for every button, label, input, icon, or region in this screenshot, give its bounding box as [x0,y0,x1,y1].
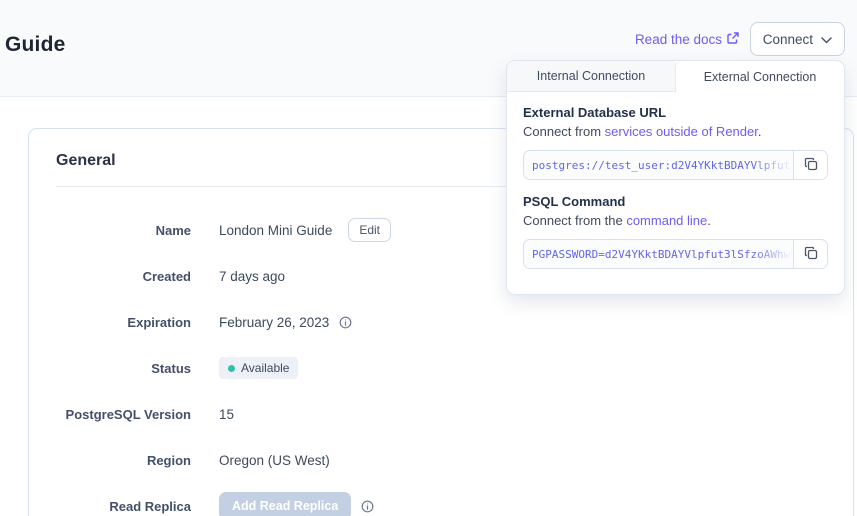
chevron-down-icon [821,32,832,47]
psql-command-heading: PSQL Command [523,194,828,209]
page-title: Guide [5,33,66,57]
row-name-value: London Mini Guide [219,223,332,238]
desc-suffix: . [707,213,711,228]
row-status-label: Status [56,361,191,376]
copy-icon [804,246,818,263]
desc-prefix: Connect from the [523,213,626,228]
connection-tabs: Internal Connection External Connection [507,61,844,92]
status-badge: Available [219,357,298,379]
psql-command-field-wrap [524,240,793,268]
row-version-label: PostgreSQL Version [56,407,191,422]
external-db-url-input[interactable] [524,151,793,179]
external-link-icon [727,32,739,47]
read-the-docs-label: Read the docs [635,32,722,47]
info-icon[interactable] [361,500,374,513]
copy-external-url-button[interactable] [793,151,827,179]
info-icon[interactable] [339,316,352,329]
copy-icon [804,157,818,174]
row-region: Region Oregon (US West) [56,437,826,483]
external-db-url-heading: External Database URL [523,105,828,120]
external-db-url-field-wrap [524,151,793,179]
command-line-link[interactable]: command line [626,213,707,228]
row-expiration-value: February 26, 2023 [219,315,329,330]
row-postgresql-version: PostgreSQL Version 15 [56,391,826,437]
row-region-value: Oregon (US West) [219,453,330,468]
psql-command-input[interactable] [524,240,793,268]
row-expiration-label: Expiration [56,315,191,330]
psql-command-desc: Connect from the command line. [523,213,828,228]
row-expiration: Expiration February 26, 2023 [56,299,826,345]
connect-button-label: Connect [763,32,813,47]
row-name-label: Name [56,223,191,238]
desc-prefix: Connect from [523,124,605,139]
desc-suffix: . [758,124,762,139]
status-dot [228,365,235,372]
tab-internal-connection[interactable]: Internal Connection [507,61,675,92]
connect-popover: Internal Connection External Connection … [506,60,845,295]
connect-button[interactable]: Connect [750,22,845,56]
row-created-label: Created [56,269,191,284]
external-db-url-desc: Connect from services outside of Render. [523,124,828,139]
row-region-label: Region [56,453,191,468]
row-status: Status Available [56,345,826,391]
add-read-replica-button[interactable]: Add Read Replica [219,492,351,516]
services-outside-render-link[interactable]: services outside of Render [605,124,758,139]
psql-command-field-group [523,239,828,269]
tab-external-connection[interactable]: External Connection [675,61,844,92]
external-db-url-field-group [523,150,828,180]
read-the-docs-link[interactable]: Read the docs [635,32,739,47]
row-read-replica: Read Replica Add Read Replica [56,483,826,516]
status-badge-label: Available [241,361,289,375]
external-connection-panel: External Database URL Connect from servi… [507,92,844,269]
row-version-value: 15 [219,407,234,422]
row-created-value: 7 days ago [219,269,285,284]
copy-psql-command-button[interactable] [793,240,827,268]
edit-name-button[interactable]: Edit [348,218,391,242]
row-replica-label: Read Replica [56,499,191,514]
